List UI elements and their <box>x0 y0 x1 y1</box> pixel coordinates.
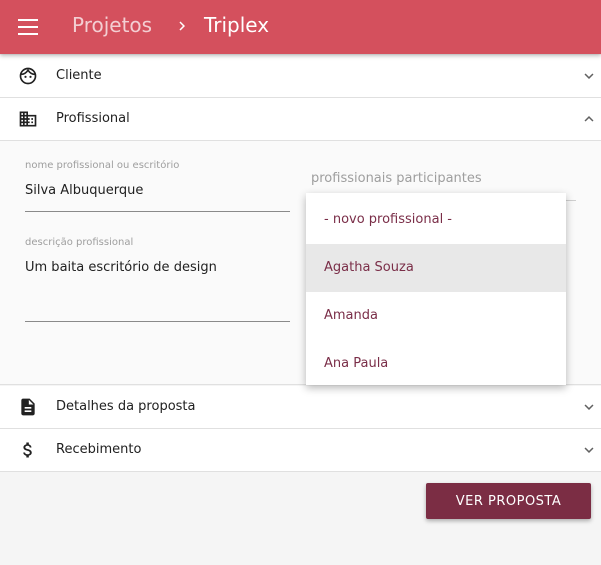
description-field-label: descrição profissional <box>25 237 134 248</box>
dollar-icon <box>23 442 32 458</box>
breadcrumb-projetos[interactable]: Projetos <box>72 13 152 37</box>
dropdown-option-agatha-souza[interactable]: Agatha Souza <box>306 244 566 292</box>
name-field-label: nome profissional ou escritório <box>25 160 180 171</box>
panel-detalhes-proposta[interactable]: Detalhes da proposta <box>0 386 601 429</box>
chevron-up-icon <box>584 116 594 122</box>
dropdown-option-ana-paula[interactable]: Ana Paula <box>306 340 566 388</box>
chevron-down-icon <box>584 447 594 453</box>
name-field-underline <box>25 211 290 212</box>
panel-profissional-title: Profissional <box>56 111 130 126</box>
dropdown-option-novo-profissional[interactable]: - novo profissional - <box>306 196 566 244</box>
chevron-right-icon <box>179 21 185 31</box>
panel-cliente-title: Cliente <box>56 68 102 83</box>
participants-select-label[interactable]: profissionais participantes <box>311 171 482 186</box>
business-icon <box>19 111 37 127</box>
panel-cliente[interactable]: Cliente <box>0 55 601 98</box>
description-field[interactable]: Um baita escritório de design <box>25 260 290 320</box>
description-field-underline <box>25 321 290 322</box>
breadcrumb-triplex: Triplex <box>204 13 270 37</box>
panel-recebimento-title: Recebimento <box>56 442 142 457</box>
face-icon <box>19 67 37 85</box>
dropdown-option-amanda[interactable]: Amanda <box>306 292 566 340</box>
menu-icon[interactable] <box>18 19 38 35</box>
ver-proposta-button[interactable]: VER PROPOSTA <box>426 483 591 519</box>
panel-profissional[interactable]: Profissional <box>0 98 601 141</box>
panel-detalhes-title: Detalhes da proposta <box>56 399 196 414</box>
panel-recebimento[interactable]: Recebimento <box>0 429 601 472</box>
name-field[interactable]: Silva Albuquerque <box>25 183 290 203</box>
app-bar: Projetos Triplex <box>0 0 601 54</box>
participants-dropdown: - novo profissional - Agatha Souza Amand… <box>306 193 566 385</box>
chevron-down-icon <box>584 73 594 79</box>
chevron-down-icon <box>584 404 594 410</box>
description-icon <box>21 398 35 416</box>
